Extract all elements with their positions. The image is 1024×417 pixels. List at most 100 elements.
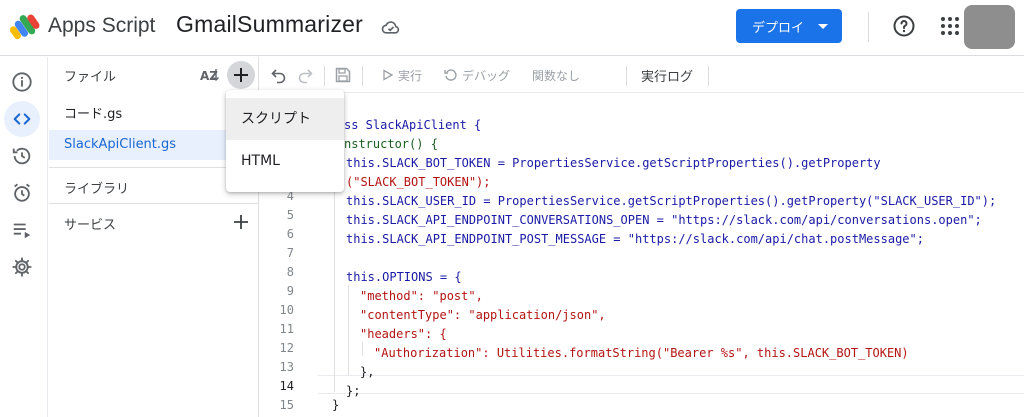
code-line: this.SLACK_USER_ID = PropertiesService.g…	[346, 194, 996, 208]
code-line: "method": "post",	[360, 289, 483, 303]
rail-triggers-history[interactable]	[4, 138, 40, 174]
cloud-saved-icon	[381, 21, 400, 34]
line-number: 6	[286, 227, 294, 241]
code-icon	[13, 113, 31, 125]
line-number: 13	[279, 360, 294, 374]
app-brand[interactable]: Apps Script	[48, 14, 155, 38]
code-line: };	[346, 384, 360, 398]
redo-button[interactable]	[296, 57, 314, 93]
undo-button[interactable]	[270, 57, 288, 93]
project-title[interactable]: GmailSummarizer	[176, 11, 363, 38]
add-file-button[interactable]	[227, 61, 255, 89]
history-icon	[12, 147, 31, 165]
code-line: this.SLACK_API_ENDPOINT_CONVERSATIONS_OP…	[346, 213, 982, 227]
code-text: },	[360, 365, 375, 379]
run-button[interactable]: 実行	[382, 57, 422, 93]
undo-icon	[271, 69, 286, 84]
code-text: "headers": {	[360, 327, 447, 341]
code-line: this.SLACK_API_ENDPOINT_POST_MESSAGE = "…	[346, 232, 924, 246]
code-text: this.SLACK_BOT_TOKEN = PropertiesService…	[346, 156, 881, 170]
debug-icon	[444, 69, 457, 81]
code-editor[interactable]: 4 5 6 7 8 9 10 11 12 13 14 15 ss SlackAp…	[260, 93, 1024, 417]
services-label: サービス	[64, 218, 117, 233]
code-line: "contentType": "application/json",	[360, 308, 606, 322]
code-text: nstructor() {	[344, 137, 438, 151]
files-title: ファイル	[64, 70, 117, 85]
code-line: this.OPTIONS = {	[346, 270, 462, 284]
libraries-label: ライブラリ	[64, 182, 130, 197]
apps-script-logo-icon[interactable]	[10, 12, 42, 42]
debug-label: デバッグ	[462, 68, 511, 83]
deploy-button-label: デプロイ	[752, 20, 805, 36]
code-text: this.SLACK_API_ENDPOINT_POST_MESSAGE = "…	[346, 232, 924, 246]
code-text: "Authorization": Utilities.formatString(…	[374, 346, 909, 360]
rail-triggers[interactable]	[4, 175, 40, 211]
code-line: }	[332, 398, 339, 412]
code-text: ss SlackApiClient {	[344, 118, 482, 132]
line-number: 12	[279, 341, 294, 355]
code-line: "Authorization": Utilities.formatString(…	[374, 346, 909, 360]
chevron-down-icon	[818, 24, 828, 29]
left-nav-rail	[0, 57, 48, 417]
alarm-icon	[14, 183, 30, 202]
header-divider	[868, 12, 869, 42]
help-icon[interactable]	[892, 14, 916, 38]
redo-icon	[298, 69, 313, 84]
execution-log-label: 実行ログ	[641, 69, 694, 85]
menu-item-html[interactable]: HTML	[226, 140, 344, 182]
rail-executions[interactable]	[4, 212, 40, 248]
toolbar-divider	[324, 66, 325, 86]
line-number: 9	[286, 284, 294, 298]
line-number-current: 14	[279, 379, 294, 393]
new-file-menu: スクリプト HTML	[226, 90, 344, 192]
toolbar-divider	[362, 66, 363, 86]
line-number: 11	[279, 322, 294, 336]
run-label: 実行	[398, 68, 423, 83]
code-text: this.OPTIONS = {	[346, 270, 462, 284]
play-icon	[383, 69, 394, 81]
files-header: ファイル AZ	[49, 57, 259, 93]
code-text: }	[332, 398, 340, 412]
save-button[interactable]	[334, 57, 352, 93]
rail-overview[interactable]	[4, 64, 40, 100]
function-selector[interactable]: 関数なし	[532, 57, 580, 93]
code-line: this.SLACK_BOT_TOKEN = PropertiesService…	[346, 156, 881, 170]
gear-icon	[12, 257, 32, 277]
line-number: 15	[279, 398, 294, 412]
rail-settings[interactable]	[4, 249, 40, 285]
plus-icon	[234, 68, 248, 82]
sort-az-icon[interactable]: AZ	[199, 65, 221, 85]
google-apps-grid-icon[interactable]	[940, 16, 960, 36]
add-service-icon[interactable]	[231, 212, 251, 232]
rail-editor[interactable]	[4, 101, 40, 137]
services-section[interactable]: サービス	[49, 203, 259, 239]
code-line: ("SLACK_BOT_TOKEN");	[346, 175, 491, 189]
code-text: "contentType": "application/json",	[360, 308, 606, 322]
current-line-highlight	[318, 375, 1024, 394]
toolbar-divider	[708, 66, 709, 86]
top-bar: Apps Script GmailSummarizer デプロイ	[0, 0, 1024, 56]
editor-toolbar: 実行 デバッグ 関数なし 実行ログ	[260, 57, 1024, 93]
line-number: 8	[286, 265, 294, 279]
debug-button[interactable]: デバッグ	[444, 57, 510, 93]
code-text: this.SLACK_USER_ID = PropertiesService.g…	[346, 194, 997, 208]
line-number: 10	[279, 303, 294, 317]
code-line: ss SlackApiClient {	[344, 118, 481, 132]
line-number: 7	[286, 246, 294, 260]
info-icon	[12, 72, 32, 92]
line-number: 5	[286, 208, 294, 222]
code-text: "method": "post",	[360, 289, 483, 303]
menu-item-script[interactable]: スクリプト	[226, 98, 344, 140]
save-icon	[335, 67, 351, 83]
toolbar-divider	[626, 66, 627, 86]
account-avatar[interactable]	[964, 5, 1015, 49]
code-line: "headers": {	[360, 327, 447, 341]
code-text: ("SLACK_BOT_TOKEN");	[346, 175, 491, 189]
indent-guide	[348, 285, 349, 375]
execution-log-button[interactable]: 実行ログ	[641, 57, 693, 93]
code-line: },	[360, 365, 374, 379]
indent-guide	[362, 342, 363, 356]
code-text: };	[346, 384, 361, 398]
deploy-button[interactable]: デプロイ	[736, 9, 842, 43]
code-line: nstructor() {	[344, 137, 438, 151]
